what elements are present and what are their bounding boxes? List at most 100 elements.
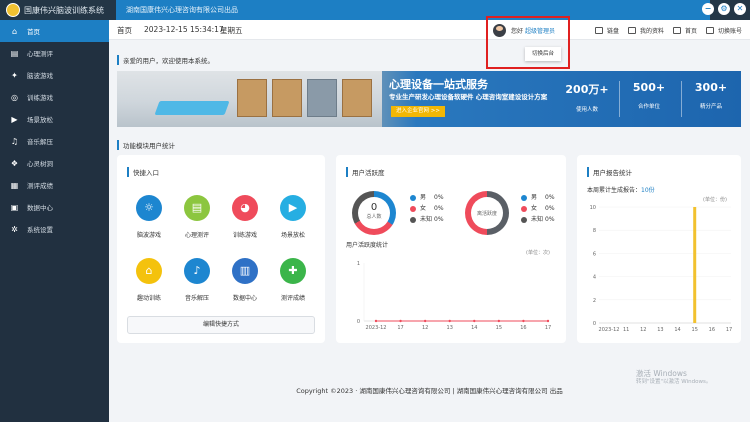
sidebar-item-label: 心理测评 bbox=[27, 50, 53, 58]
sidebar-item-results[interactable]: ▦ 测评成绩 bbox=[0, 174, 109, 196]
legend-value: 0% bbox=[434, 194, 444, 201]
activity-point bbox=[399, 319, 402, 323]
activity-legend: 男 0% 女 0% 未知 0% bbox=[521, 192, 555, 225]
window-settings-button[interactable]: ⚙ bbox=[718, 3, 730, 15]
clipboard-icon: ▤ bbox=[10, 48, 19, 58]
quick-entry-music[interactable]: ♪ 音乐解压 bbox=[177, 258, 217, 302]
y-tick-label: 1 bbox=[357, 261, 360, 267]
legend-row-male: 男 0% bbox=[521, 192, 555, 203]
sidebar-item-home[interactable]: ⌂ 首页 bbox=[0, 20, 109, 42]
switch-account-link[interactable]: 切换账号 bbox=[705, 26, 742, 35]
banner-website-button[interactable]: 进入企业官网 >> bbox=[391, 106, 445, 117]
stat-value: 200万+ bbox=[565, 83, 609, 96]
quick-entry-data-center[interactable]: ▥ 数据中心 bbox=[225, 258, 265, 302]
sidebar-item-settings[interactable]: ✲ 系统设置 bbox=[0, 218, 109, 240]
quick-entry-label: 趣动训练 bbox=[136, 295, 161, 302]
report-summary-value: 10份 bbox=[641, 187, 655, 194]
quick-entry-relaxation[interactable]: ▶ 场景放松 bbox=[273, 195, 313, 239]
banner-shelf-image bbox=[237, 79, 267, 117]
avatar bbox=[493, 23, 506, 37]
sidebar-item-assessment[interactable]: ▤ 心理测评 bbox=[0, 42, 109, 64]
sidebar-item-music[interactable]: ♫ 音乐解压 bbox=[0, 130, 109, 152]
quick-entry-training-games[interactable]: ◕ 训练游戏 bbox=[225, 195, 265, 239]
promo-banner[interactable]: 心理设备一站式服务 专业生产研发心理设备软硬件 心理咨询室建设设计方案 进入企业… bbox=[117, 71, 741, 127]
sidebar-item-relaxation[interactable]: ▶ 场景放松 bbox=[0, 108, 109, 130]
report-bar-chart: 10 8 6 4 2 02023-12 11 12 13 14 15 16 17 bbox=[590, 205, 733, 333]
quick-entry-label: 脑波游戏 bbox=[136, 232, 161, 239]
keyboard-icon bbox=[594, 26, 603, 34]
x-tick-label: 14 bbox=[471, 325, 477, 331]
sidebar-item-label: 数据中心 bbox=[27, 204, 53, 212]
sidebar-item-label: 系统设置 bbox=[27, 226, 53, 234]
quick-entry-assessment[interactable]: ▤ 心理测评 bbox=[177, 195, 217, 239]
x-tick-label: 15 bbox=[692, 327, 698, 333]
target-icon: ◎ bbox=[11, 92, 18, 102]
switch-backend-menu-item[interactable]: 切换后台 bbox=[525, 47, 561, 61]
activity-point bbox=[374, 319, 378, 323]
x-tick-label: 2023-12 bbox=[599, 327, 620, 333]
grade-icon: ▦ bbox=[10, 180, 19, 190]
user-menu[interactable]: 您好 超级管理员 bbox=[493, 21, 555, 39]
banner-stat: 200万+ 使用人数 bbox=[557, 81, 617, 113]
home-link[interactable]: 首页 bbox=[672, 26, 697, 35]
settings-icon: ✲ bbox=[11, 224, 18, 234]
legend-key: 男 bbox=[420, 194, 427, 201]
y-tick-label: 0 bbox=[593, 321, 596, 327]
legend-value: 0% bbox=[434, 205, 444, 212]
total-users-donut: 0 总人数 bbox=[352, 191, 396, 235]
x-tick-label: 17 bbox=[397, 325, 403, 331]
quick-entry-fun-training[interactable]: ⌂ 趣动训练 bbox=[129, 258, 169, 302]
switch-account-icon bbox=[705, 26, 714, 34]
card-title: 用户报告统计 bbox=[587, 167, 632, 177]
report-summary-label: 本周累计生成报告： bbox=[587, 187, 642, 194]
y-tick-label: 0 bbox=[357, 319, 360, 325]
home-icon bbox=[672, 26, 681, 34]
sidebar-item-tree-hole[interactable]: ❖ 心灵树洞 bbox=[0, 152, 109, 174]
donut-center: 0 总人数 bbox=[358, 197, 390, 229]
breadcrumb-home[interactable]: 首页 bbox=[117, 25, 132, 36]
activity-chart-title: 用户活跃度统计 bbox=[346, 242, 389, 249]
y-tick-label: 8 bbox=[593, 228, 596, 234]
legend-dot bbox=[410, 194, 416, 201]
legend-dot bbox=[410, 216, 416, 223]
report-summary: 本周累计生成报告：10份 bbox=[587, 185, 655, 194]
edit-shortcuts-button[interactable]: 编辑快捷方式 bbox=[127, 316, 315, 334]
window-controls: − ⚙ ✕ bbox=[702, 3, 746, 15]
keyboard-link-label: 链盘 bbox=[606, 27, 619, 35]
legend-key: 女 bbox=[420, 205, 427, 212]
user-activity-card: 用户活跃度 0 总人数 男 0% 女 0% 未知 0% 离活跃度 男 0% 女 0% bbox=[336, 155, 566, 343]
camera-icon: ▶ bbox=[280, 195, 306, 221]
profile-icon bbox=[627, 26, 636, 34]
x-tick-label: 15 bbox=[496, 325, 502, 331]
user-role[interactable]: 超级管理员 bbox=[525, 26, 555, 35]
legend-dot bbox=[521, 194, 527, 201]
greeting-text: 您好 bbox=[511, 27, 524, 35]
sidebar-item-data-center[interactable]: ▣ 数据中心 bbox=[0, 196, 109, 218]
minimize-button[interactable]: − bbox=[702, 3, 714, 15]
activity-point bbox=[448, 319, 451, 323]
banner-subline: 专业生产研发心理设备软硬件 心理咨询室建设设计方案 bbox=[389, 93, 548, 101]
x-tick-label: 12 bbox=[640, 327, 646, 333]
quick-entry-label: 训练游戏 bbox=[232, 232, 257, 239]
sidebar-item-training-games[interactable]: ◎ 训练游戏 bbox=[0, 86, 109, 108]
stat-label: 使用人数 bbox=[575, 107, 598, 113]
y-tick-label: 4 bbox=[593, 275, 596, 281]
sidebar-item-brainwave-games[interactable]: ✦ 脑波游戏 bbox=[0, 64, 109, 86]
close-button[interactable]: ✕ bbox=[734, 3, 746, 15]
activity-point bbox=[423, 319, 427, 323]
app-window: 国康伟兴脑波训练系统 湖南国康伟兴心理咨询有限公司出品 − ⚙ ✕ ⌂ 首页 ▤ 心… bbox=[0, 0, 750, 422]
keyboard-link[interactable]: 链盘 bbox=[594, 26, 619, 35]
activity-line-chart: 1 0 2023-12 17 12 13 14 15 16 17 bbox=[357, 261, 551, 331]
legend-dot bbox=[521, 205, 527, 212]
bulb-icon: ☼ bbox=[136, 195, 162, 221]
sidebar-item-label: 脑波游戏 bbox=[27, 72, 53, 80]
quick-entry-brainwave-games[interactable]: ☼ 脑波游戏 bbox=[129, 195, 169, 239]
video-icon: ▶ bbox=[11, 114, 18, 124]
quick-entry-results[interactable]: ✚ 测评成绩 bbox=[273, 258, 313, 302]
total-users-label: 总人数 bbox=[366, 214, 382, 220]
banner-sandtable-image bbox=[154, 101, 230, 115]
stat-label: 精分产品 bbox=[699, 104, 722, 110]
app-logo-icon bbox=[6, 3, 20, 17]
my-profile-link[interactable]: 我的资料 bbox=[627, 26, 664, 35]
legend-key: 未知 bbox=[531, 216, 544, 223]
